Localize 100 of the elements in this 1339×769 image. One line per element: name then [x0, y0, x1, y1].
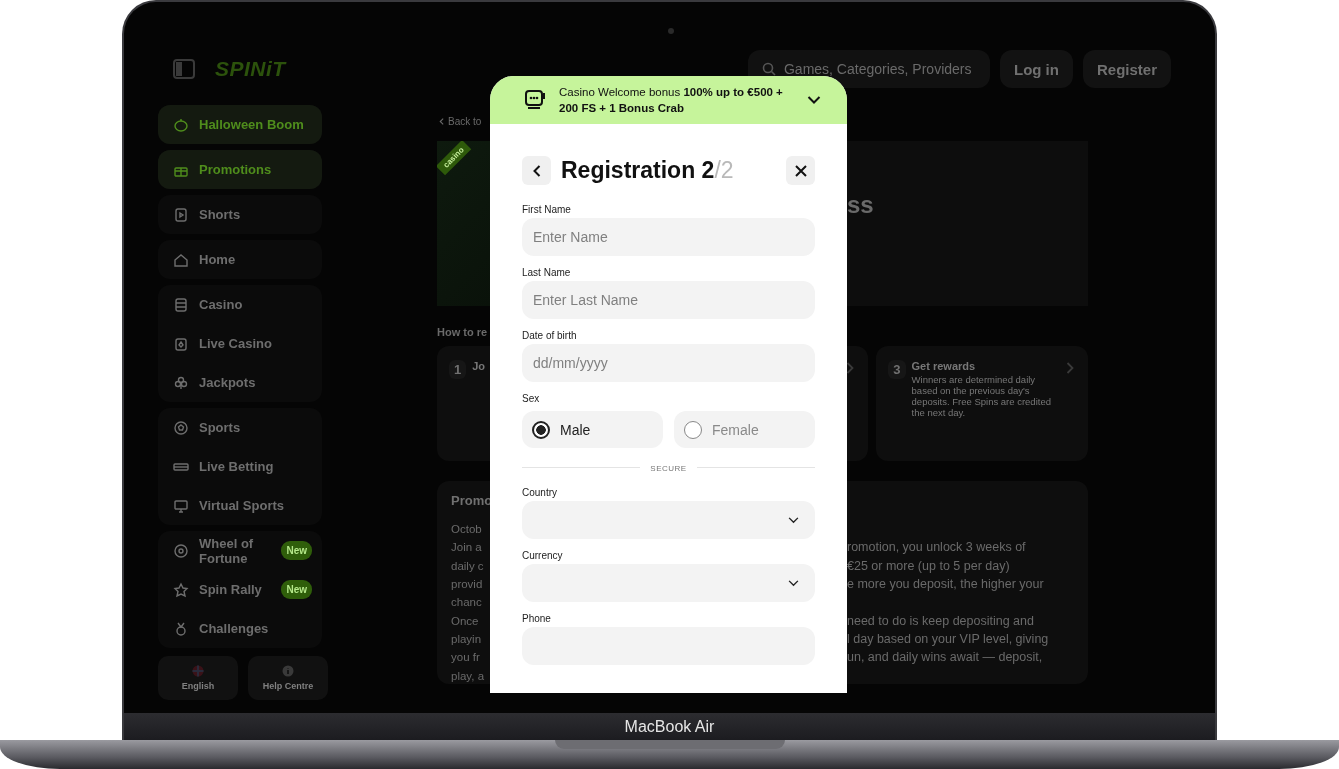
paragraph-fragment: romotion, you unlock 3 weeks of [847, 540, 1027, 555]
menu-item-label: Live Casino [199, 336, 273, 351]
header-button[interactable]: Register [1082, 50, 1171, 88]
card-icon [173, 296, 189, 313]
paragraph-fragment: un, and daily wins await — deposit, [847, 650, 1044, 665]
radio-label: Female [712, 421, 759, 438]
menu-item-label: Challenges [199, 621, 270, 636]
input-field[interactable]: Enter Name [522, 218, 815, 256]
camera-icon [668, 28, 674, 34]
paragraph-fragment: Join a [451, 541, 483, 554]
menu-item[interactable]: Casino [158, 285, 322, 324]
menu-item-label: Sports [199, 420, 242, 435]
chevron-right-icon [1066, 362, 1074, 374]
sidebar-toggle-icon[interactable] [173, 59, 195, 79]
menu-item[interactable]: Live Betting [158, 447, 322, 486]
paragraph-fragment: l day based on your VIP level, giving [847, 631, 1050, 646]
menu-item-label: Jackpots [199, 375, 257, 390]
banner-title: ss [847, 191, 875, 219]
flag-icon [192, 665, 204, 677]
device-label: MacBook Air [624, 717, 715, 736]
search-icon [761, 62, 776, 76]
paragraph-fragment: chanc [451, 596, 483, 609]
chevron-down-icon[interactable] [807, 95, 821, 105]
menu-item[interactable]: Wheel of Fortune New [158, 531, 322, 570]
section-heading: How to re [437, 326, 489, 338]
menu-item[interactable]: Shorts [158, 195, 322, 234]
field-label: Date of birth [522, 330, 578, 341]
paragraph-fragment: need to do is keep depositing and [847, 613, 1035, 628]
back-link[interactable]: Back to [439, 116, 487, 127]
input-field[interactable]: dd/mm/yyyy [522, 344, 815, 382]
menu-item-label: Halloween Boom [199, 117, 305, 132]
radio-button[interactable] [684, 420, 702, 439]
menu-item-label: Shorts [199, 207, 242, 222]
step-title: Jo [472, 360, 486, 372]
menu-item-label: Promotions [199, 162, 273, 177]
paragraph-fragment: playin [451, 632, 483, 645]
radio-button[interactable] [532, 420, 550, 439]
field-label: First Name [522, 204, 572, 215]
chevron-left-icon [439, 118, 444, 125]
menu-item[interactable]: Virtual Sports [158, 486, 322, 525]
paragraph-fragment: daily c [451, 559, 485, 572]
back-button[interactable] [522, 156, 551, 185]
radio-label: Male [560, 421, 591, 438]
wheel-icon [173, 542, 189, 559]
step-number: 3 [888, 360, 906, 379]
menu-item-label: Wheel of Fortune [199, 535, 255, 566]
new-badge: New [281, 580, 312, 599]
new-badge: New [281, 541, 312, 560]
field-label: Country [522, 487, 558, 498]
menu-item[interactable]: Home [158, 240, 322, 279]
menu-item-label: Spin Rally [199, 582, 263, 597]
info-icon [282, 665, 294, 677]
step-title: Get rewards [911, 360, 976, 372]
clover-icon [173, 374, 189, 391]
step-description: Winners are determined daily based on the previous day's deposits. Free Spins are credited the next day. [911, 374, 1052, 418]
home-icon [173, 251, 189, 268]
menu-item-label: Virtual Sports [199, 498, 285, 513]
footer-button[interactable]: English [158, 656, 238, 700]
footer-button[interactable]: Help Centre [248, 656, 328, 700]
section-divider-label: SECURE [640, 463, 697, 473]
chevron-left-icon [532, 164, 541, 177]
chevron-down-icon [788, 579, 799, 587]
paragraph-fragment: you fr [451, 651, 481, 664]
menu-item[interactable]: Spin Rally New [158, 570, 322, 609]
paragraph-fragment: play, a [451, 669, 486, 682]
menu-item[interactable]: Halloween Boom [158, 105, 322, 144]
step-number: 1 [449, 360, 467, 379]
medal-icon [173, 620, 189, 637]
field-label: Last Name [522, 267, 572, 278]
slot-machine-icon [523, 88, 547, 112]
bonus-text: Casino Welcome bonus 100% up to €500 + 200 FS + 1 Bonus Crab [559, 85, 784, 116]
ball-icon [173, 419, 189, 436]
bonus-bar[interactable]: Casino Welcome bonus 100% up to €500 + 200 FS + 1 Bonus Crab [490, 76, 847, 124]
menu-item[interactable]: Challenges [158, 609, 322, 648]
menu-item-label: Casino [199, 297, 244, 312]
paragraph-fragment: €25 or more (up to 5 per day) [847, 558, 1011, 573]
dropdown-field[interactable] [522, 564, 815, 602]
site-logo[interactable]: SPINiT [215, 57, 286, 81]
field-label: Phone [522, 613, 552, 624]
play-icon [173, 206, 189, 223]
card-icon [173, 335, 189, 352]
radio-option[interactable]: Male [522, 411, 663, 448]
paragraph-fragment: Once [451, 614, 480, 627]
menu-item[interactable]: Jackpots [158, 363, 322, 402]
dialog-title: Registration 2/2 [561, 157, 734, 184]
field-label: Currency [522, 550, 564, 561]
radio-option[interactable]: Female [674, 411, 815, 448]
paragraph-fragment: provid [451, 578, 484, 591]
menu-item[interactable]: Sports [158, 408, 322, 447]
close-button[interactable] [786, 156, 815, 185]
menu-item[interactable]: Promotions [158, 150, 322, 189]
dropdown-field[interactable] [522, 501, 815, 539]
input-field[interactable]: Enter Last Name [522, 281, 815, 319]
header-button[interactable]: Log in [999, 50, 1073, 88]
menu-item[interactable]: Live Casino [158, 324, 322, 363]
menu-item-label: Home [199, 252, 237, 267]
monitor-icon [173, 497, 189, 514]
field-label: Sex [522, 393, 541, 404]
paragraph-fragment: e more you deposit, the higher your [847, 577, 1045, 592]
paragraph-fragment: Octob [451, 523, 483, 536]
